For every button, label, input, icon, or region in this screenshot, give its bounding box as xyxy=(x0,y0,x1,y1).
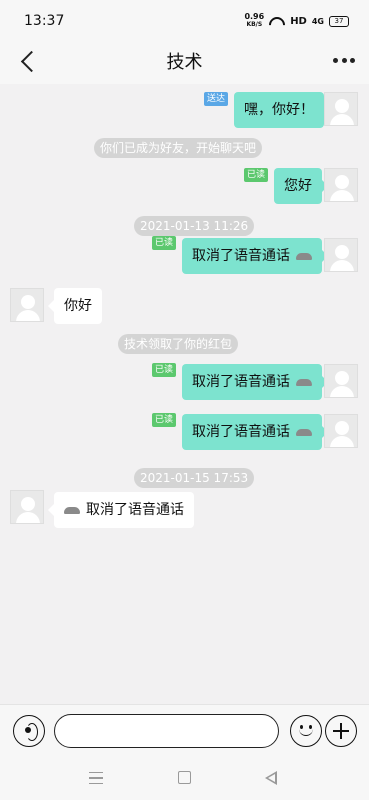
recent-apps-icon[interactable] xyxy=(89,772,103,784)
status-time: 13:37 xyxy=(24,13,65,29)
chat-message-list[interactable]: 送达 嘿，你好！ 你们已成为好友，开始聊天吧 已读 您好 2021-01-13 … xyxy=(0,84,369,704)
contact-avatar[interactable] xyxy=(10,490,44,524)
system-notice: 技术领取了你的红包 xyxy=(118,334,239,354)
outgoing-call-message[interactable]: 取消了语音通话 xyxy=(182,364,328,400)
wifi-icon xyxy=(269,15,285,27)
battery-icon: 37 xyxy=(329,15,349,27)
read-status-badge: 已读 xyxy=(152,413,177,427)
home-icon[interactable] xyxy=(178,771,191,784)
network-speed-value: 0.96 xyxy=(244,12,265,21)
message-input[interactable] xyxy=(54,714,279,748)
voice-input-button[interactable] xyxy=(13,715,45,747)
read-status-badge: 已读 xyxy=(152,236,177,250)
timestamp: 2021-01-15 17:53 xyxy=(134,468,255,488)
back-triangle-icon[interactable] xyxy=(265,771,277,785)
my-avatar[interactable] xyxy=(324,168,358,202)
more-actions-button[interactable] xyxy=(325,715,357,747)
my-avatar[interactable] xyxy=(324,364,358,398)
outgoing-call-message[interactable]: 取消了语音通话 xyxy=(182,238,328,274)
more-options-icon[interactable] xyxy=(333,50,355,70)
emoji-button[interactable] xyxy=(290,715,322,747)
outgoing-message[interactable]: 嘿，你好！ xyxy=(234,92,330,128)
phone-hangup-icon xyxy=(64,506,80,514)
status-icons: 0.96 KB/S HD 4G 37 xyxy=(244,13,349,29)
my-avatar[interactable] xyxy=(324,238,358,272)
incoming-message[interactable]: 你好 xyxy=(48,288,102,324)
phone-hangup-icon xyxy=(296,428,312,436)
hd-indicator: HD xyxy=(290,15,307,27)
my-avatar[interactable] xyxy=(324,414,358,448)
delivery-status-badge: 送达 xyxy=(204,92,229,106)
read-status-badge: 已读 xyxy=(244,168,269,182)
outgoing-message[interactable]: 您好 xyxy=(274,168,328,204)
my-avatar[interactable] xyxy=(324,92,358,126)
call-message-text: 取消了语音通话 xyxy=(192,424,290,440)
contact-avatar[interactable] xyxy=(10,288,44,322)
call-message-text: 取消了语音通话 xyxy=(192,248,290,264)
system-notice: 你们已成为好友，开始聊天吧 xyxy=(94,138,263,158)
message-input-bar xyxy=(0,704,369,756)
network-speed-unit: KB/S xyxy=(246,21,263,28)
chat-title: 技术 xyxy=(166,52,203,73)
phone-hangup-icon xyxy=(296,378,312,386)
phone-hangup-icon xyxy=(296,252,312,260)
chat-header: 技术 xyxy=(0,42,369,84)
timestamp: 2021-01-13 11:26 xyxy=(134,216,255,236)
incoming-call-message[interactable]: 取消了语音通话 xyxy=(48,492,194,528)
call-message-text: 取消了语音通话 xyxy=(192,374,290,390)
outgoing-call-message[interactable]: 取消了语音通话 xyxy=(182,414,328,450)
network-speed: 0.96 KB/S xyxy=(244,13,264,29)
call-message-text: 取消了语音通话 xyxy=(86,502,184,518)
system-navigation-bar xyxy=(0,756,369,800)
status-bar: 13:37 0.96 KB/S HD 4G 37 xyxy=(0,0,369,42)
signal-icon: 4G xyxy=(311,16,324,26)
read-status-badge: 已读 xyxy=(152,363,177,377)
